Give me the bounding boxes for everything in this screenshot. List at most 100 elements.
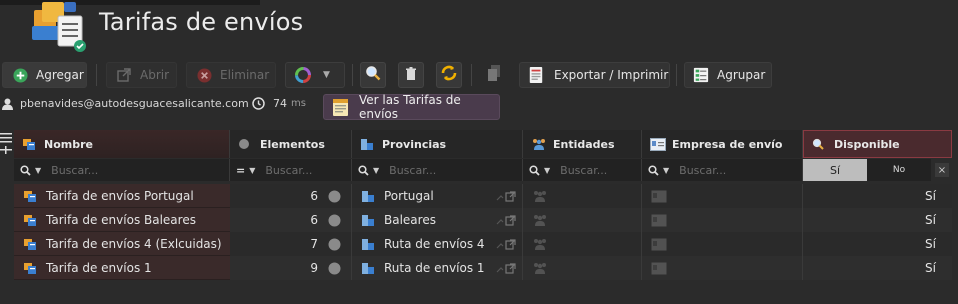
buildings-icon	[361, 189, 375, 203]
chevron-down-icon: ▼	[249, 165, 256, 175]
cell-elementos: 7	[230, 232, 352, 256]
trash-button[interactable]	[398, 62, 424, 88]
status-circle-icon	[328, 214, 341, 227]
clear-filter-icon[interactable]: ×	[935, 163, 949, 177]
filter-empresa[interactable]: ▼ Buscar...	[642, 159, 803, 181]
print-document-icon	[528, 67, 544, 83]
color-picker-button[interactable]: ▼	[285, 62, 345, 88]
card-icon	[651, 190, 667, 203]
filter-nombre[interactable]: ▼ Buscar...	[14, 159, 230, 181]
provincia-name: Baleares	[384, 213, 436, 227]
cell-nombre: Tarifa de envíos Portugal	[14, 184, 230, 208]
toggle-no[interactable]: No	[867, 159, 931, 181]
cell-disponible: Sí	[803, 232, 952, 256]
column-header-provincias[interactable]: Provincias	[352, 130, 523, 158]
toggle-yes[interactable]: Sí	[803, 159, 867, 181]
filter-placeholder: Buscar...	[265, 163, 313, 177]
provincia-name: Portugal	[384, 189, 434, 203]
chevron-down-icon: ▼	[323, 70, 330, 80]
user-info: pbenavides@autodesguacesalicante.com	[2, 97, 249, 110]
open-link-icon[interactable]	[496, 262, 516, 274]
group-button[interactable]: Agrupar	[684, 62, 772, 88]
column-menu-icon[interactable]	[0, 132, 12, 156]
copy-button[interactable]	[482, 62, 508, 88]
export-print-label: Exportar / Imprimir	[554, 68, 669, 82]
tariff-icon	[23, 213, 37, 227]
buildings-icon	[361, 213, 375, 227]
cell-entidades	[523, 256, 642, 280]
page-title: Tarifas de envíos	[99, 8, 304, 36]
status-circle-icon	[328, 238, 341, 251]
card-icon	[650, 137, 666, 151]
cell-empresa	[642, 208, 803, 232]
tariff-icon	[23, 237, 37, 251]
open-link-icon[interactable]	[496, 214, 516, 226]
filter-provincias[interactable]: ▼ Buscar...	[352, 159, 523, 181]
disponible-value: Sí	[925, 261, 936, 275]
cell-nombre: Tarifa de envíos 1	[14, 256, 230, 280]
export-print-button[interactable]: Exportar / Imprimir	[519, 62, 670, 88]
disponible-value: Sí	[925, 213, 936, 227]
toolbar-separator	[676, 64, 677, 86]
search-filter-icon	[648, 164, 659, 176]
cell-empresa	[642, 184, 803, 208]
tariff-sheet-icon	[332, 97, 349, 117]
status-circle-icon	[328, 190, 341, 203]
filter-placeholder: Buscar...	[560, 163, 608, 177]
column-label: Provincias	[382, 137, 447, 151]
column-label: Disponible	[834, 137, 900, 151]
elementos-count: 6	[310, 213, 318, 227]
column-label: Entidades	[553, 137, 615, 151]
search-button[interactable]	[360, 62, 386, 88]
disponible-value: Sí	[925, 237, 936, 251]
column-label: Empresa de envío	[672, 137, 783, 151]
cell-elementos: 6	[230, 184, 352, 208]
search-filter-icon	[358, 164, 369, 176]
add-button[interactable]: Agregar	[2, 62, 87, 88]
table-row[interactable]: Tarifa de envíos 4 (Exlcuidas) 7 Ruta de e…	[14, 232, 952, 256]
toolbar-separator	[352, 64, 353, 86]
cell-empresa	[642, 232, 803, 256]
time-value: 74	[273, 97, 287, 110]
disponible-toggle[interactable]: Sí No ×	[803, 159, 951, 181]
column-header-elementos[interactable]: Elementos	[230, 130, 352, 158]
table-row[interactable]: Tarifa de envíos Baleares 6 Baleares Sí	[14, 208, 952, 232]
trash-icon	[404, 66, 418, 85]
delete-button[interactable]: Eliminar	[186, 62, 276, 88]
buildings-icon	[361, 237, 375, 251]
filter-elementos[interactable]: = ▼ Buscar...	[230, 159, 352, 181]
people-icon	[532, 262, 548, 274]
table-row[interactable]: Tarifa de envíos Portugal 6 Portugal Sí	[14, 184, 952, 208]
view-tariffs-button[interactable]: Ver las Tarifas de envíos	[323, 93, 500, 121]
status-circle-icon	[328, 262, 341, 275]
filter-placeholder: Buscar...	[389, 163, 437, 177]
cell-nombre: Tarifa de envíos 4 (Exlcuidas)	[14, 232, 230, 256]
provincia-name: Ruta de envíos 4	[384, 237, 485, 251]
open-button-label: Abrir	[140, 68, 170, 82]
table-row[interactable]: Tarifa de envíos 1 9 Ruta de envíos 1 Sí	[14, 256, 952, 280]
column-header-disponible[interactable]: Disponible	[803, 130, 952, 158]
user-email: pbenavides@autodesguacesalicante.com	[20, 97, 249, 110]
open-button[interactable]: Abrir	[106, 62, 177, 88]
open-link-icon[interactable]	[496, 190, 516, 202]
view-tariffs-label: Ver las Tarifas de envíos	[359, 93, 461, 121]
response-time: 74 ms	[252, 97, 306, 110]
elementos-count: 6	[310, 189, 318, 203]
column-header-nombre[interactable]: Nombre	[14, 130, 230, 158]
group-button-label: Agrupar	[717, 68, 766, 82]
cell-disponible: Sí	[803, 256, 952, 280]
tariff-name: Tarifa de envíos 1	[46, 260, 152, 275]
refresh-button[interactable]	[436, 62, 462, 88]
app-logo-icon	[28, 2, 88, 54]
cell-elementos: 6	[230, 208, 352, 232]
cell-entidades	[523, 232, 642, 256]
filter-entidades[interactable]: ▼ Buscar...	[523, 159, 642, 181]
filter-placeholder: Buscar...	[679, 163, 727, 177]
disponible-value: Sí	[925, 189, 936, 203]
column-header-entidades[interactable]: Entidades	[523, 130, 642, 158]
column-label: Elementos	[260, 137, 325, 151]
open-link-icon[interactable]	[496, 238, 516, 250]
cell-provincias: Ruta de envíos 1	[352, 256, 523, 280]
chevron-down-icon: ▼	[544, 165, 551, 175]
column-header-empresa[interactable]: Empresa de envío	[642, 130, 803, 158]
